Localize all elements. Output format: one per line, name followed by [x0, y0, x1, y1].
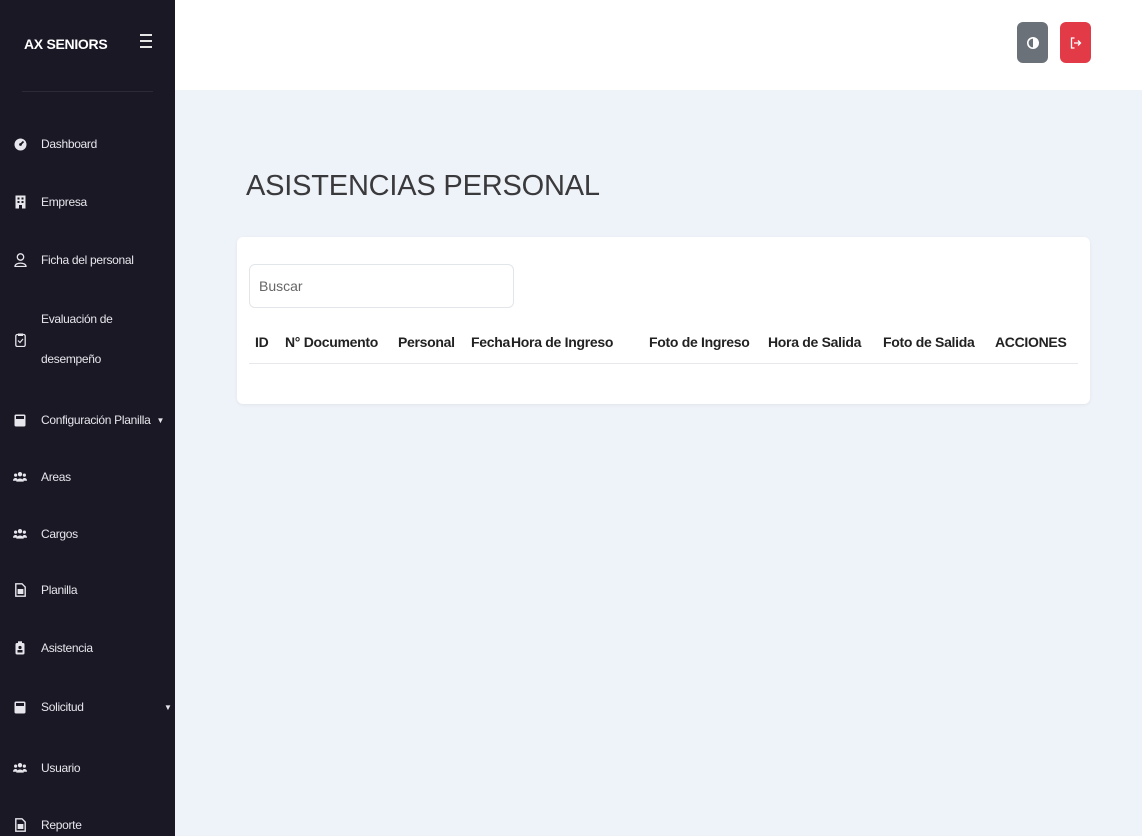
sidebar-item-evaluacion[interactable]: Evaluación de desempeño: [0, 300, 175, 380]
sidebar-item-areas[interactable]: Areas: [0, 465, 175, 489]
column-header-fecha[interactable]: Fecha: [471, 334, 510, 350]
attendance-card: ID N° Documento Personal Fecha Hora de I…: [237, 237, 1090, 404]
contrast-icon: [1026, 36, 1039, 49]
file-icon: [13, 818, 27, 832]
sidebar-item-label: Cargos: [41, 527, 78, 541]
menu-toggle-icon[interactable]: [140, 34, 152, 48]
users-icon: [13, 761, 27, 775]
logout-icon: [1070, 36, 1081, 49]
sidebar-item-reporte[interactable]: Reporte: [0, 813, 175, 836]
sidebar-item-solicitud[interactable]: Solicitud ▼: [0, 695, 175, 719]
search-input[interactable]: [249, 264, 514, 308]
sidebar-item-label: Ficha del personal: [41, 253, 134, 267]
column-header-hora-ingreso[interactable]: Hora de Ingreso: [511, 334, 613, 350]
column-header-hora-salida[interactable]: Hora de Salida: [768, 334, 861, 350]
sidebar-item-label: Evaluación de: [41, 312, 113, 326]
sidebar-item-label: Solicitud: [41, 700, 84, 714]
users-icon: [13, 470, 27, 484]
sidebar-item-label: Usuario: [41, 761, 81, 775]
id-badge-icon: [13, 641, 27, 655]
chevron-down-icon: ▼: [164, 702, 172, 712]
sidebar-item-usuario[interactable]: Usuario: [0, 756, 175, 780]
sidebar-item-label: Areas: [41, 470, 71, 484]
sidebar-item-label: Empresa: [41, 195, 87, 209]
users-icon: [13, 527, 27, 541]
sidebar-item-label: Reporte: [41, 818, 82, 832]
calculator-icon: [13, 413, 27, 427]
topbar: [175, 0, 1142, 90]
column-header-personal[interactable]: Personal: [398, 334, 455, 350]
page-title: ASISTENCIAS PERSONAL: [246, 170, 600, 202]
column-header-acciones[interactable]: ACCIONES: [995, 334, 1067, 350]
dashboard-icon: [13, 137, 27, 151]
logout-button[interactable]: [1060, 22, 1091, 63]
column-header-foto-ingreso[interactable]: Foto de Ingreso: [649, 334, 750, 350]
chevron-down-icon: ▼: [156, 415, 165, 425]
sidebar-item-label: Planilla: [41, 583, 78, 597]
sidebar-item-cargos[interactable]: Cargos: [0, 522, 175, 546]
sidebar-item-empresa[interactable]: Empresa: [0, 190, 175, 214]
sidebar-item-label: Configuración Planilla: [41, 413, 151, 427]
table-header: ID N° Documento Personal Fecha Hora de I…: [237, 329, 1090, 363]
column-header-documento[interactable]: N° Documento: [285, 334, 378, 350]
calculator-icon: [13, 700, 27, 714]
sidebar-item-dashboard[interactable]: Dashboard: [0, 132, 175, 156]
sidebar-item-label: Asistencia: [41, 641, 93, 655]
sidebar-item-ficha-personal[interactable]: Ficha del personal: [0, 248, 175, 272]
sidebar-brand: AX SENIORS: [0, 0, 175, 92]
building-icon: [13, 195, 27, 209]
brand-name: AX SENIORS: [24, 36, 108, 52]
user-icon: [13, 253, 27, 267]
sidebar-item-configuracion-planilla[interactable]: Configuración Planilla ▼: [0, 408, 175, 432]
theme-toggle-button[interactable]: [1017, 22, 1048, 63]
file-icon: [13, 583, 27, 597]
sidebar: AX SENIORS Dashboard Empresa Ficha del p…: [0, 0, 175, 836]
column-header-foto-salida[interactable]: Foto de Salida: [883, 334, 975, 350]
sidebar-item-label-line2: desempeño: [41, 352, 102, 366]
divider: [22, 91, 153, 92]
column-header-id[interactable]: ID: [255, 334, 269, 350]
sidebar-item-label: Dashboard: [41, 137, 98, 151]
sidebar-item-planilla[interactable]: Planilla: [0, 578, 175, 602]
sidebar-item-asistencia[interactable]: Asistencia: [0, 636, 175, 660]
clipboard-icon: [13, 333, 27, 347]
table-header-divider: [249, 363, 1078, 364]
